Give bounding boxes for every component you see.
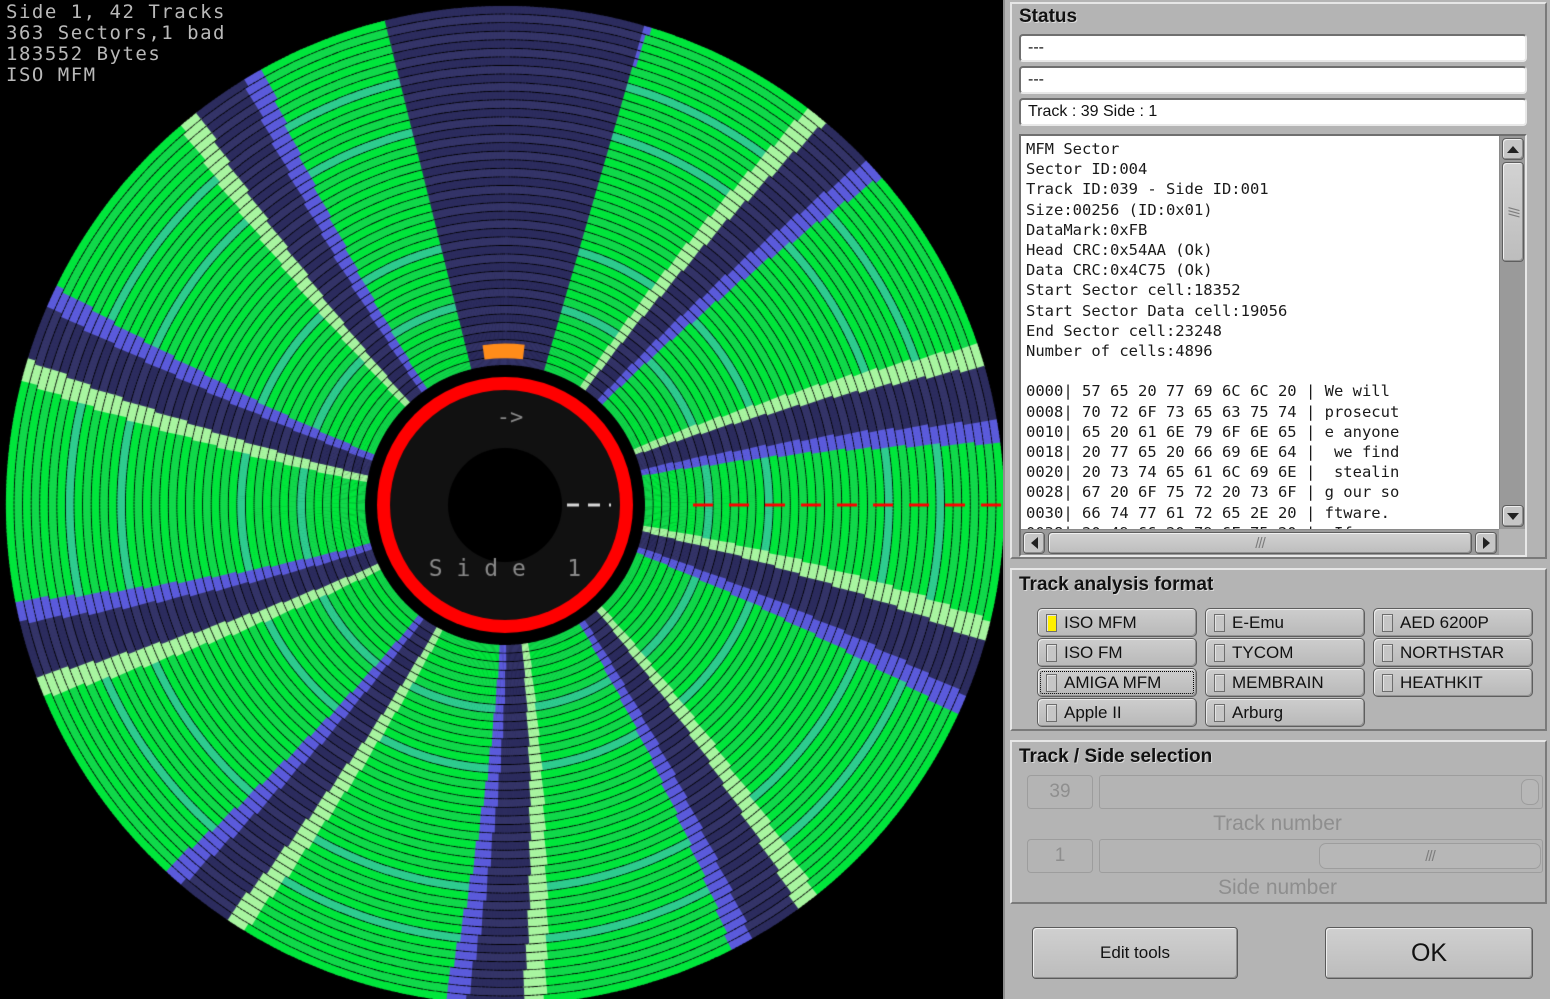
sector-detail-vertical-scrollbar[interactable]: ///	[1499, 136, 1525, 529]
application-window: Side 1, 42 Tracks 363 Sectors,1 bad 1835…	[0, 0, 1550, 999]
sector-detail-text-area[interactable]: MFM Sector Sector ID:004 Track ID:039 - …	[1021, 136, 1499, 529]
format-option-label: ISO FM	[1064, 643, 1123, 663]
scroll-up-button[interactable]	[1502, 138, 1524, 160]
side-number-value: 1	[1027, 839, 1093, 873]
format-option-heathkit[interactable]: HEATHKIT	[1373, 668, 1533, 697]
format-option-label: TYCOM	[1232, 643, 1293, 663]
triangle-left-icon	[1031, 537, 1038, 549]
triangle-down-icon	[1507, 513, 1519, 520]
checkbox-indicator-icon	[1214, 614, 1225, 632]
format-option-e-emu[interactable]: E-Emu	[1205, 608, 1365, 637]
triangle-right-icon	[1483, 537, 1490, 549]
track-analysis-format-title: Track analysis format	[1019, 574, 1213, 596]
checkbox-indicator-icon	[1382, 614, 1393, 632]
side-slider-thumb[interactable]: ///	[1319, 843, 1541, 869]
status-field-2: ---	[1019, 66, 1527, 94]
format-option-iso-fm[interactable]: ISO FM	[1037, 638, 1197, 667]
checkbox-indicator-icon	[1382, 674, 1393, 692]
track-number-caption: Track number	[1005, 812, 1550, 836]
checkbox-indicator-icon	[1046, 704, 1057, 722]
track-number-slider[interactable]	[1099, 775, 1543, 809]
horizontal-scrollbar-thumb[interactable]: ///	[1048, 532, 1472, 554]
format-option-tycom[interactable]: TYCOM	[1205, 638, 1365, 667]
side-number-slider[interactable]: ///	[1099, 839, 1543, 873]
checkbox-indicator-icon	[1214, 644, 1225, 662]
format-option-iso-mfm[interactable]: ISO MFM	[1037, 608, 1197, 637]
side-panel: Status --- --- Track : 39 Side : 1 MFM S…	[1003, 0, 1550, 999]
sector-detail-horizontal-scrollbar[interactable]: ///	[1021, 529, 1499, 555]
status-field-1: ---	[1019, 34, 1527, 62]
format-option-amiga-mfm[interactable]: AMIGA MFM	[1037, 668, 1197, 697]
status-group-title: Status	[1019, 6, 1077, 28]
disk-track-map-canvas[interactable]	[0, 0, 1003, 999]
checkbox-indicator-icon	[1046, 674, 1057, 692]
checkbox-indicator-icon	[1382, 644, 1393, 662]
ok-button[interactable]: OK	[1325, 927, 1533, 979]
sector-detail-view[interactable]: MFM Sector Sector ID:004 Track ID:039 - …	[1019, 134, 1527, 557]
scroll-down-button[interactable]	[1502, 505, 1524, 527]
format-option-arburg[interactable]: Arburg	[1205, 698, 1365, 727]
format-option-label: MEMBRAIN	[1232, 673, 1324, 693]
scrollbar-corner	[1499, 529, 1525, 555]
disk-info-line-1: Side 1, 42 Tracks	[6, 1, 226, 23]
track-number-value: 39	[1027, 775, 1093, 809]
scroll-right-button[interactable]	[1475, 532, 1497, 554]
scroll-left-button[interactable]	[1023, 532, 1045, 554]
disk-visualization-panel[interactable]: Side 1, 42 Tracks 363 Sectors,1 bad 1835…	[0, 0, 1003, 999]
disk-info-overlay: Side 1, 42 Tracks 363 Sectors,1 bad 1835…	[6, 2, 226, 86]
side-number-caption: Side number	[1005, 876, 1550, 900]
disk-info-line-2: 363 Sectors,1 bad	[6, 22, 226, 44]
format-option-label: HEATHKIT	[1400, 673, 1483, 693]
format-option-label: AMIGA MFM	[1064, 673, 1161, 693]
edit-tools-button[interactable]: Edit tools	[1032, 927, 1238, 979]
checkbox-indicator-icon	[1046, 614, 1057, 632]
format-option-label: Arburg	[1232, 703, 1283, 723]
disk-info-line-4: ISO MFM	[6, 64, 97, 86]
checkbox-indicator-icon	[1046, 644, 1057, 662]
track-slider-thumb[interactable]	[1521, 779, 1539, 805]
status-track-side-field: Track : 39 Side : 1	[1019, 98, 1527, 126]
format-option-label: ISO MFM	[1064, 613, 1137, 633]
vertical-scrollbar-thumb[interactable]: ///	[1502, 162, 1524, 262]
format-option-label: AED 6200P	[1400, 613, 1489, 633]
grip-lines-icon: ///	[1255, 536, 1265, 551]
format-option-label: Apple II	[1064, 703, 1122, 723]
format-option-northstar[interactable]: NORTHSTAR	[1373, 638, 1533, 667]
track-side-selection-title: Track / Side selection	[1019, 746, 1212, 768]
triangle-up-icon	[1507, 146, 1519, 153]
checkbox-indicator-icon	[1214, 704, 1225, 722]
format-option-label: E-Emu	[1232, 613, 1284, 633]
sector-detail-text: MFM Sector Sector ID:004 Track ID:039 - …	[1021, 136, 1499, 529]
checkbox-indicator-icon	[1214, 674, 1225, 692]
format-option-label: NORTHSTAR	[1400, 643, 1504, 663]
format-option-apple-ii[interactable]: Apple II	[1037, 698, 1197, 727]
format-option-membrain[interactable]: MEMBRAIN	[1205, 668, 1365, 697]
grip-lines-icon: ///	[1506, 207, 1521, 217]
grip-lines-icon: ///	[1425, 849, 1435, 864]
disk-info-line-3: 183552 Bytes	[6, 43, 161, 65]
format-option-aed-6200p[interactable]: AED 6200P	[1373, 608, 1533, 637]
